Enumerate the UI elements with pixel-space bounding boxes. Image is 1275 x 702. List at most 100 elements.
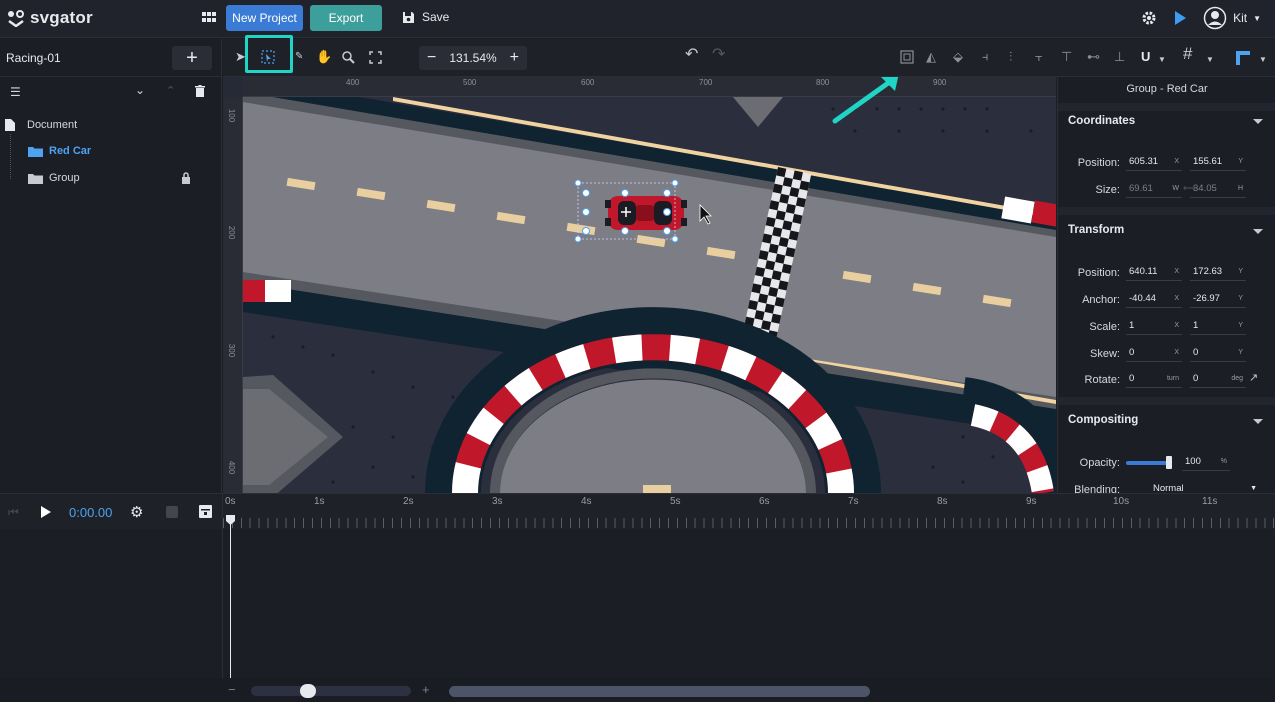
save-icon [403,11,414,23]
unit: X [1174,158,1179,165]
timeline-zoom-out-button[interactable]: − [228,682,236,697]
play-icon[interactable] [41,506,51,518]
group-select-icon[interactable] [900,50,914,64]
chevron-down-icon[interactable] [1253,229,1263,234]
opacity-input[interactable]: 100% [1182,453,1230,471]
skip-back-icon[interactable]: ⏮ [8,505,19,520]
hand-tool-icon[interactable]: ✋ [316,49,332,65]
transform-position-x[interactable]: 640.11 X [1126,263,1182,281]
ruler-label: 300 [227,343,237,358]
layer-label: Group [49,172,80,184]
coord-position-y[interactable]: 155.61 Y [1190,153,1246,171]
preview-play-icon[interactable] [1173,10,1187,26]
scale-x[interactable]: 1X [1126,317,1182,335]
chevron-down-icon[interactable] [1253,119,1263,124]
blending-select[interactable]: Normal ▼ [1150,480,1260,493]
rotate-turn[interactable]: 0 turn [1126,370,1182,388]
app-logo[interactable]: svgator [6,8,93,28]
pen-tool-icon[interactable]: ✎ [295,49,303,65]
size-width[interactable]: 69.61 W [1126,180,1182,198]
fit-screen-icon[interactable] [369,51,382,64]
timeline-zoom-handle[interactable] [300,684,316,698]
tick-label: 1s [314,496,325,507]
value: 69.61 [1129,183,1153,194]
chevron-down-icon[interactable]: ▼ [1259,52,1267,68]
compositing-header[interactable]: Compositing [1068,414,1138,426]
zoom-level[interactable]: 131.54% [449,51,496,65]
align-bottom-icon[interactable]: ⊥ [1114,49,1125,65]
timeline-scrollbar[interactable] [449,686,870,697]
user-menu[interactable]: Kit ▼ [1203,6,1261,30]
chevron-down-icon: ▼ [1250,485,1257,492]
opacity-slider-handle[interactable] [1166,456,1172,469]
playhead[interactable] [230,515,231,678]
scale-y[interactable]: 1Y [1190,317,1246,335]
ruler-label: 400 [346,78,360,87]
timeline-ruler[interactable]: 0s 1s 2s 3s 4s 5s 6s 7s 8s 9s 10s 11s [222,494,1275,530]
settings-icon[interactable] [1141,10,1157,26]
layer-group[interactable]: Group [28,172,80,184]
align-right-icon[interactable]: ⫟ [1035,49,1043,65]
grid-icon[interactable]: # [1183,45,1192,62]
logo-text: svgator [30,8,93,27]
new-project-button[interactable]: New Project [226,5,303,31]
skew-y[interactable]: 0Y [1190,344,1246,362]
flip-horizontal-icon[interactable]: ◭ [926,49,936,65]
chevron-down-icon[interactable] [1253,419,1263,424]
stop-icon[interactable] [166,506,178,518]
align-center-icon[interactable]: ⫶ [1009,49,1012,65]
magnet-icon[interactable]: U [1141,49,1150,65]
time-display[interactable]: 0:00.00 [69,505,112,520]
zoom-out-button[interactable]: − [427,49,436,67]
size-label: Size: [1095,184,1120,196]
horizontal-ruler: 400 500 600 700 800 900 [243,77,1056,97]
undo-icon[interactable]: ↶ [685,47,698,63]
project-name[interactable]: Racing-01 [6,51,61,65]
document-icon [5,119,15,131]
value: -26.97 [1193,293,1220,304]
layer-red-car[interactable]: Red Car [28,145,91,157]
flip-vertical-icon[interactable]: ⬙ [953,49,963,65]
inspector-title: Group - Red Car [1126,83,1208,95]
canvas[interactable]: 400 500 600 700 800 900 100 200 300 400 [223,77,1056,493]
avatar-icon [1203,6,1227,30]
anchor-x[interactable]: -40.44 X [1126,290,1182,308]
value: 605.31 [1129,156,1159,167]
collapse-chevron-icon[interactable]: ⌄ [135,83,145,97]
chevron-down-icon[interactable]: ▼ [1206,52,1214,68]
align-left-icon[interactable]: ⫞ [982,49,989,65]
transform-header[interactable]: Transform [1068,224,1124,236]
export-button[interactable]: Export [310,5,382,31]
size-height[interactable]: 34.05 H [1190,180,1246,198]
delete-icon[interactable] [195,85,205,97]
node-edit-tool-icon[interactable] [261,50,275,64]
opacity-slider[interactable] [1126,461,1170,465]
redo-icon[interactable]: ↷ [712,47,725,63]
timeline-tracks[interactable] [0,515,1275,678]
align-middle-icon[interactable]: ⊷ [1087,49,1100,65]
grid-menu-icon[interactable] [202,12,216,27]
layer-list-icon[interactable]: ☰ [10,85,21,99]
layer-document[interactable]: Document [5,119,77,131]
coordinates-header[interactable]: Coordinates [1068,115,1135,127]
lock-icon[interactable] [181,172,191,184]
rotate-handle-icon[interactable]: ↗ [1249,371,1258,384]
rotate-deg[interactable]: 0 deg [1190,370,1246,388]
timeline-zoom-in-button[interactable]: + [422,682,430,697]
zoom-tool-icon[interactable] [342,51,355,64]
keyframe-toggle-icon[interactable] [199,505,212,518]
anchor-y[interactable]: -26.97 Y [1190,290,1246,308]
timeline-zoom-slider[interactable] [251,686,411,696]
zoom-in-button[interactable]: + [510,49,519,67]
coord-position-x[interactable]: 605.31 X [1126,153,1182,171]
ruler-guides-icon[interactable] [1235,50,1251,66]
chevron-down-icon[interactable]: ▼ [1158,52,1166,68]
add-layer-button[interactable]: + [172,46,212,70]
move-up-icon[interactable]: ⌃ [166,84,175,97]
align-top-icon[interactable]: ⊤ [1061,49,1072,65]
transform-position-y[interactable]: 172.63 Y [1190,263,1246,281]
skew-x[interactable]: 0X [1126,344,1182,362]
save-button[interactable]: Save [402,10,449,24]
red-car-shape [605,196,687,230]
timeline-settings-icon[interactable]: ⚙ [130,503,143,521]
